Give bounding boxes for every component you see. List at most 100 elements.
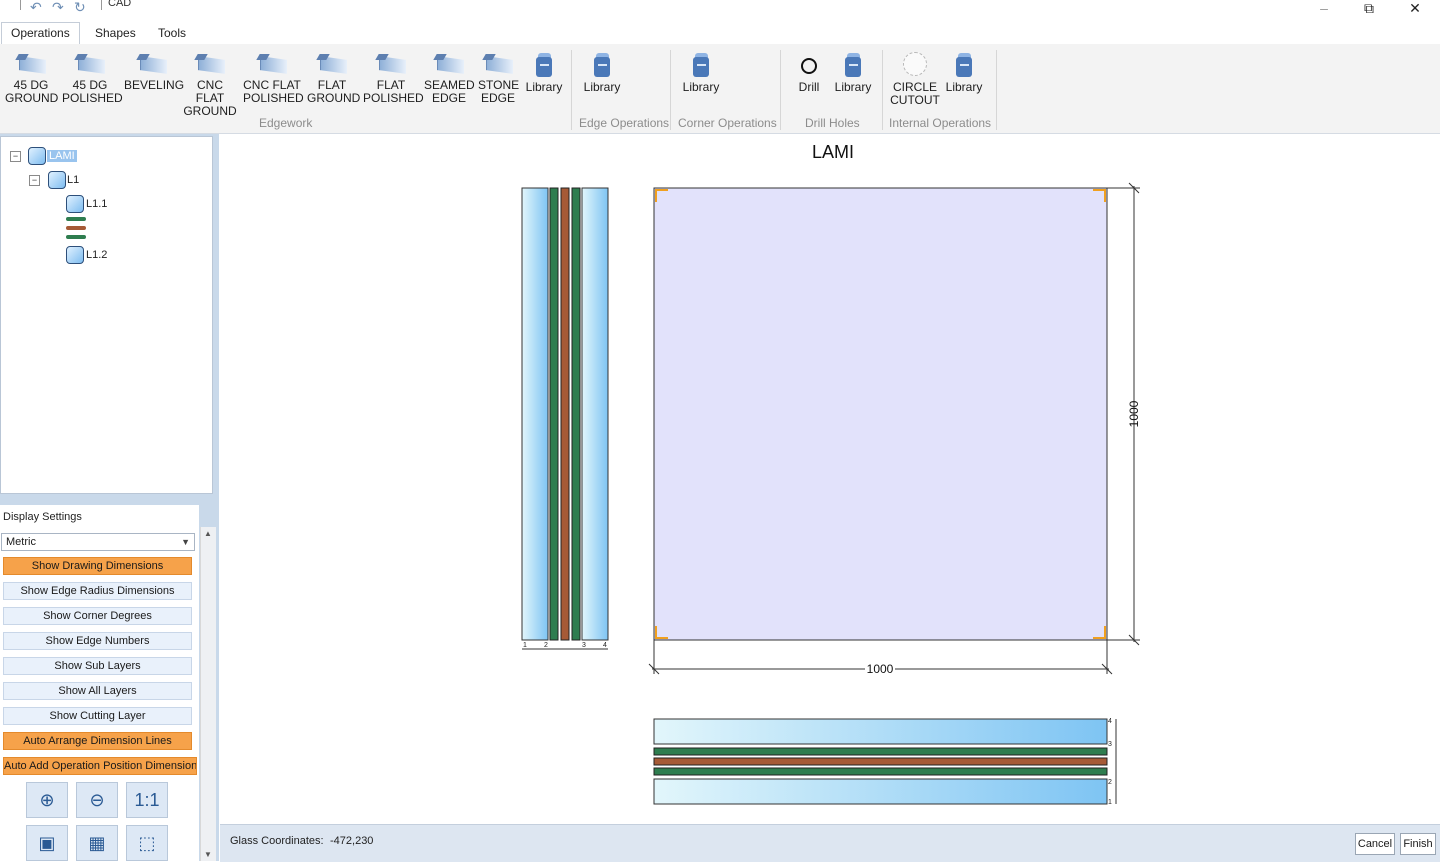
glass-layer-icon — [66, 246, 84, 264]
ribbon-group-label: Corner Operations — [678, 116, 777, 130]
library-button[interactable]: Library — [831, 50, 875, 94]
glass-layer-bottom — [653, 718, 1108, 745]
restore-icon[interactable]: ⧉ — [1349, 0, 1389, 18]
ribbon-button-label: EDGE — [431, 91, 466, 105]
library-button[interactable]: Library — [524, 50, 564, 94]
show-drawing-dimensions-toggle[interactable]: Show Drawing Dimensions — [3, 557, 192, 575]
glass-layer-side — [521, 187, 549, 641]
show-cutting-layer-toggle[interactable]: Show Cutting Layer — [3, 707, 192, 725]
collapse-toggle-l1[interactable]: − — [29, 175, 40, 186]
title-separator — [20, 0, 21, 10]
tree-node-l1[interactable]: L1 — [67, 174, 79, 186]
tree-node-l1-2[interactable]: L1.2 — [86, 249, 107, 261]
library-icon — [954, 52, 974, 78]
chevron-down-icon[interactable]: ▼ — [181, 534, 190, 550]
tab-operations[interactable]: Operations — [1, 22, 80, 45]
glass-layer-icon — [66, 195, 84, 213]
stone-edge-button[interactable]: STONE EDGE — [478, 50, 519, 105]
title-separator — [101, 0, 102, 10]
ribbon-button-label: POLISHED — [363, 91, 424, 105]
ribbon-group-label: Internal Operations — [889, 116, 992, 130]
edge-profile-icon — [136, 54, 167, 76]
45-dg-polished-button[interactable]: 45 DG POLISHED — [62, 50, 123, 105]
glass-coordinates-value: -472,230 — [330, 835, 374, 847]
refresh-icon[interactable]: ↻ — [74, 0, 86, 14]
collapse-toggle-lami[interactable]: − — [10, 151, 21, 162]
auto-arrange-dimension-lines-toggle[interactable]: Auto Arrange Dimension Lines — [3, 732, 192, 750]
ribbon-button-label: POLISHED — [62, 91, 123, 105]
edge-profile-icon — [74, 54, 105, 76]
ribbon-button-label: GROUND — [183, 104, 237, 118]
width-dimension-label: 1000 — [867, 662, 894, 676]
display-settings-scrollbar[interactable]: ▲ ▼ — [200, 527, 216, 861]
zoom-actual-icon[interactable]: 1:1 — [126, 782, 168, 818]
ribbon-tab-bar: Operations Shapes Tools — [0, 19, 1440, 45]
ribbon-button-label: GROUND — [5, 91, 59, 105]
glass-coordinates-label: Glass Coordinates: — [230, 835, 324, 847]
minimize-icon[interactable]: – — [1304, 0, 1344, 18]
tab-shapes[interactable]: Shapes — [86, 23, 145, 44]
auto-add-operation-position-dimension-toggle[interactable]: Auto Add Operation Position Dimension — [3, 757, 197, 775]
interlayer-bottom — [653, 767, 1108, 776]
show-sub-layers-toggle[interactable]: Show Sub Layers — [3, 657, 192, 675]
tab-tools[interactable]: Tools — [149, 23, 195, 44]
drill-button[interactable]: Drill — [794, 50, 824, 94]
bottom-edge-label: 4 — [1108, 718, 1112, 725]
circle-cutout-icon — [902, 51, 928, 77]
zoom-in-icon[interactable]: ⊕ — [26, 782, 68, 818]
edge-profile-icon — [433, 54, 464, 76]
flat-ground-button[interactable]: FLAT GROUND — [307, 50, 360, 105]
ribbon-button-label: POLISHED — [243, 91, 304, 105]
seamed-edge-button[interactable]: SEAMED EDGE — [424, 50, 475, 105]
drawing-canvas[interactable]: LAMI 1 2 3 4 1000 1000 4 3 2 1 — [220, 134, 1440, 824]
bottom-edge-label: 3 — [1108, 741, 1112, 748]
show-corner-degrees-toggle[interactable]: Show Corner Degrees — [3, 607, 192, 625]
library-button[interactable]: Library — [580, 50, 624, 94]
image-icon[interactable]: ▣ — [26, 825, 68, 861]
show-edge-radius-dimensions-toggle[interactable]: Show Edge Radius Dimensions — [3, 582, 192, 600]
zoom-selection-icon[interactable]: ⬚ — [126, 825, 168, 861]
edge-profile-icon — [15, 54, 46, 76]
redo-icon[interactable]: ↷ — [52, 0, 64, 14]
cnc-flat-polished-button[interactable]: CNC FLAT POLISHED — [243, 50, 304, 105]
status-bar: Glass Coordinates: -472,230 Cancel Finis… — [220, 824, 1440, 862]
glass-layer-bottom — [653, 778, 1108, 805]
ribbon-button-label: CUTOUT — [890, 93, 940, 107]
interlayer-icon[interactable] — [66, 235, 86, 239]
unit-select-value: Metric — [6, 536, 36, 548]
drill-icon — [798, 52, 820, 76]
45-dg-ground-button[interactable]: 45 DG GROUND — [5, 50, 59, 105]
zoom-out-icon[interactable]: ⊖ — [76, 782, 118, 818]
tree-node-lami[interactable]: LAMI — [47, 150, 77, 162]
library-button[interactable]: Library — [942, 50, 986, 94]
beveling-button[interactable]: BEVELING — [124, 50, 185, 92]
close-icon[interactable]: ✕ — [1395, 0, 1435, 18]
scroll-up-icon[interactable]: ▲ — [204, 529, 212, 538]
ribbon-button-label: CNC FLAT — [195, 78, 225, 105]
ribbon-button-label: Library — [682, 80, 720, 94]
height-dimension-label: 1000 — [1127, 400, 1141, 427]
drawing-svg[interactable]: LAMI 1 2 3 4 1000 1000 4 3 2 1 — [220, 134, 1440, 824]
library-button[interactable]: Library — [679, 50, 723, 94]
finish-button[interactable]: Finish — [1400, 833, 1436, 855]
tree-node-l1-1[interactable]: L1.1 — [86, 198, 107, 210]
unit-select[interactable]: Metric ▼ — [1, 533, 195, 551]
show-all-layers-toggle[interactable]: Show All Layers — [3, 682, 192, 700]
cnc-flat-ground-button[interactable]: CNC FLAT GROUND — [182, 50, 238, 118]
display-settings-title: Display Settings — [3, 511, 82, 523]
circle-cutout-button[interactable]: CIRCLE CUTOUT — [890, 50, 940, 107]
flat-polished-button[interactable]: FLAT POLISHED — [363, 50, 424, 105]
interlayer-icon[interactable] — [66, 217, 86, 221]
show-edge-numbers-toggle[interactable]: Show Edge Numbers — [3, 632, 192, 650]
cancel-button[interactable]: Cancel — [1355, 833, 1395, 855]
bottom-edge-label: 1 — [1108, 799, 1112, 806]
scroll-down-icon[interactable]: ▼ — [204, 850, 212, 859]
ribbon-button-label: BEVELING — [124, 78, 185, 92]
grid-icon[interactable]: ▦ — [76, 825, 118, 861]
edge-profile-icon — [482, 54, 513, 76]
edge-profile-icon — [194, 54, 225, 76]
ribbon-group-label: Edgework — [259, 116, 313, 130]
side-edge-label: 2 — [544, 642, 548, 649]
undo-icon[interactable]: ↶ — [30, 0, 42, 14]
interlayer-icon[interactable] — [66, 226, 86, 230]
